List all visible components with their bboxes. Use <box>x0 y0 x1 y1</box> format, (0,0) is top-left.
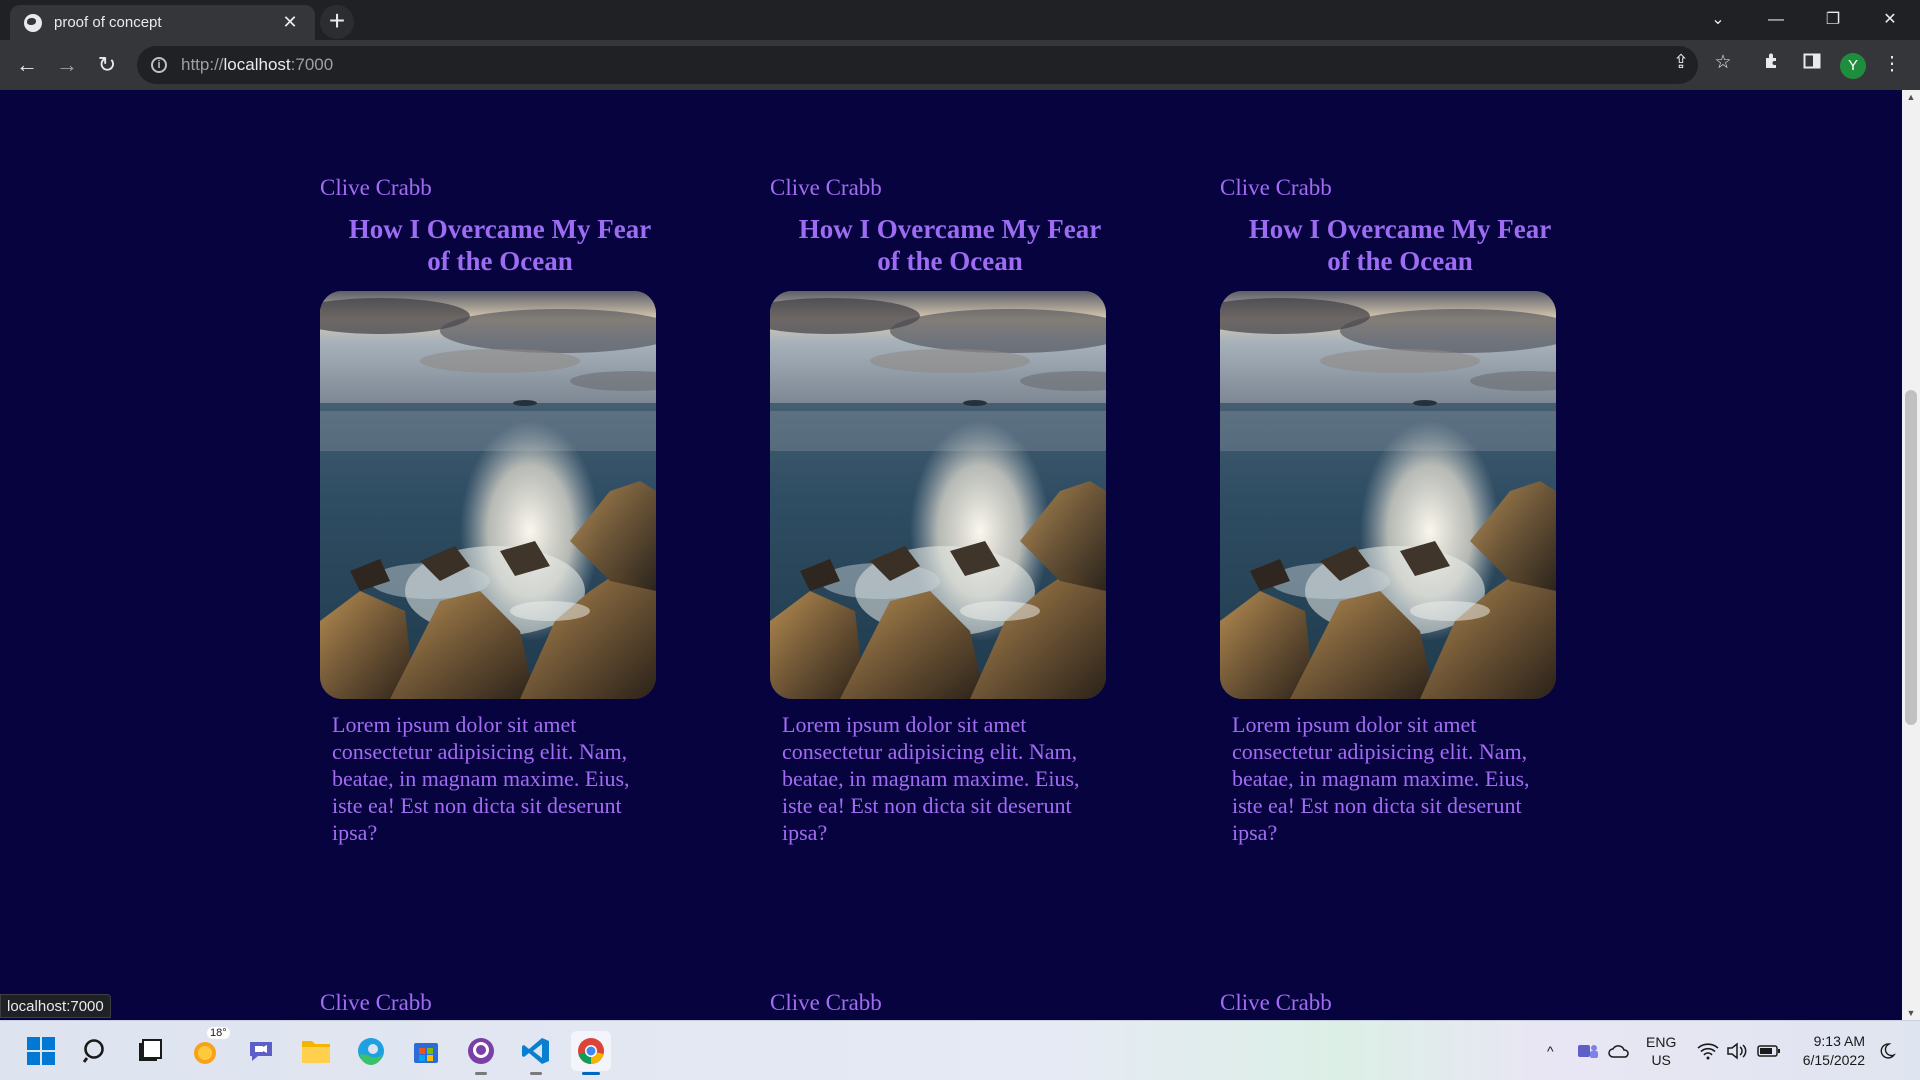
card-text: Lorem ipsum dolor sit amet consectetur a… <box>1232 712 1530 845</box>
card-author: Clive Crabb <box>770 990 882 1015</box>
vscode-icon[interactable] <box>516 1031 556 1075</box>
article-card[interactable]: Clive Crabb How I Overcame My Fear of th… <box>320 175 660 846</box>
reload-icon[interactable]: ↻ <box>90 48 124 82</box>
card-author: Clive Crabb <box>320 175 432 200</box>
url-text: http://localhost:7000 <box>181 55 334 74</box>
extensions-icon[interactable] <box>1755 48 1789 82</box>
weather-temp: 18° <box>207 1027 230 1039</box>
menu-icon[interactable]: ⋮ <box>1875 48 1909 82</box>
github-desktop-icon[interactable] <box>461 1031 501 1075</box>
article-card[interactable]: Clive Crabb <box>320 990 660 1016</box>
running-indicator <box>582 1072 600 1075</box>
article-card[interactable]: Clive Crabb How I Overcame My Fear of th… <box>770 175 1110 846</box>
profile-avatar[interactable]: Y <box>1840 53 1866 79</box>
search-icon[interactable] <box>76 1031 116 1071</box>
task-view-icon[interactable] <box>130 1031 170 1071</box>
minimize-icon[interactable]: — <box>1748 0 1804 40</box>
card-author: Clive Crabb <box>1220 175 1332 200</box>
card-image <box>770 291 1106 699</box>
clock-date: 6/15/2022 <box>1802 1052 1865 1068</box>
card-image <box>320 291 656 699</box>
language-indicator[interactable]: ENG US <box>1646 1021 1676 1080</box>
file-explorer-icon[interactable] <box>296 1031 336 1071</box>
back-icon[interactable]: ← <box>10 48 44 82</box>
battery-icon[interactable] <box>1757 1021 1781 1080</box>
card-author: Clive Crabb <box>320 990 432 1015</box>
globe-icon <box>24 13 42 32</box>
restore-icon[interactable]: ❐ <box>1805 0 1861 40</box>
card-author: Clive Crabb <box>770 175 882 200</box>
close-window-icon[interactable]: ✕ <box>1862 0 1918 40</box>
clock-time: 9:13 AM <box>1813 1033 1865 1049</box>
browser-toolbar: ← → ↻ i http://localhost:7000 ⇪ ☆ ⋮ <box>0 40 1920 90</box>
running-indicator <box>475 1072 487 1075</box>
article-card[interactable]: Clive Crabb How I Overcame My Fear of th… <box>1220 175 1560 846</box>
show-hidden-icons[interactable]: ^ <box>1547 1021 1554 1080</box>
onedrive-icon[interactable] <box>1608 1021 1630 1080</box>
card-image <box>1220 291 1556 699</box>
chat-icon[interactable] <box>241 1031 281 1071</box>
card-title[interactable]: How I Overcame My Fear of the Ocean <box>320 213 660 277</box>
clock[interactable]: 9:13 AM 6/15/2022 <box>1795 1021 1865 1080</box>
chrome-icon[interactable] <box>571 1031 611 1075</box>
taskbar: 18° ^ ENG US 9:13 AM 6/15/2022 <box>0 1020 1920 1080</box>
tab-proof-of-concept[interactable]: proof of concept ✕ <box>10 5 315 40</box>
address-bar[interactable]: i http://localhost:7000 <box>137 46 1698 84</box>
lang-code: ENG <box>1646 1034 1677 1050</box>
start-icon[interactable] <box>21 1031 61 1071</box>
forward-icon[interactable]: → <box>50 48 84 82</box>
info-icon[interactable]: i <box>151 57 167 73</box>
page-scrollbar[interactable]: ▲ ▼ <box>1902 90 1920 1020</box>
scrollbar-thumb[interactable] <box>1905 390 1917 725</box>
focus-assist-icon[interactable] <box>1878 1021 1896 1080</box>
side-panel-icon[interactable] <box>1795 48 1829 82</box>
card-text: Lorem ipsum dolor sit amet consectetur a… <box>782 712 1080 845</box>
wifi-icon[interactable] <box>1697 1021 1719 1080</box>
card-title[interactable]: How I Overcame My Fear of the Ocean <box>1220 213 1560 277</box>
edge-icon[interactable] <box>351 1031 391 1071</box>
article-card[interactable]: Clive Crabb <box>770 990 1110 1016</box>
new-tab-button[interactable]: + <box>320 5 354 39</box>
tab-strip: proof of concept ✕ + ⌄ — ❐ ✕ <box>0 0 1920 40</box>
page-viewport: Clive Crabb How I Overcame My Fear of th… <box>0 90 1902 1020</box>
running-indicator <box>530 1072 542 1075</box>
scroll-down-icon[interactable]: ▼ <box>1902 1008 1920 1018</box>
close-tab-icon[interactable]: ✕ <box>279 12 301 33</box>
card-author: Clive Crabb <box>1220 990 1332 1015</box>
card-text: Lorem ipsum dolor sit amet consectetur a… <box>332 712 630 845</box>
card-title[interactable]: How I Overcame My Fear of the Ocean <box>770 213 1110 277</box>
link-status-bubble: localhost:7000 <box>0 994 111 1018</box>
store-icon[interactable] <box>406 1031 446 1071</box>
weather-icon[interactable]: 18° <box>187 1027 230 1071</box>
share-icon[interactable]: ⇪ <box>1664 46 1698 80</box>
tab-title: proof of concept <box>54 14 162 31</box>
article-card[interactable]: Clive Crabb <box>1220 990 1560 1016</box>
tab-search-icon[interactable]: ⌄ <box>1690 0 1746 40</box>
star-icon[interactable]: ☆ <box>1706 46 1740 80</box>
volume-icon[interactable] <box>1726 1021 1748 1080</box>
region-code: US <box>1651 1052 1671 1068</box>
scroll-up-icon[interactable]: ▲ <box>1902 92 1920 102</box>
teams-tray-icon[interactable] <box>1577 1021 1599 1080</box>
